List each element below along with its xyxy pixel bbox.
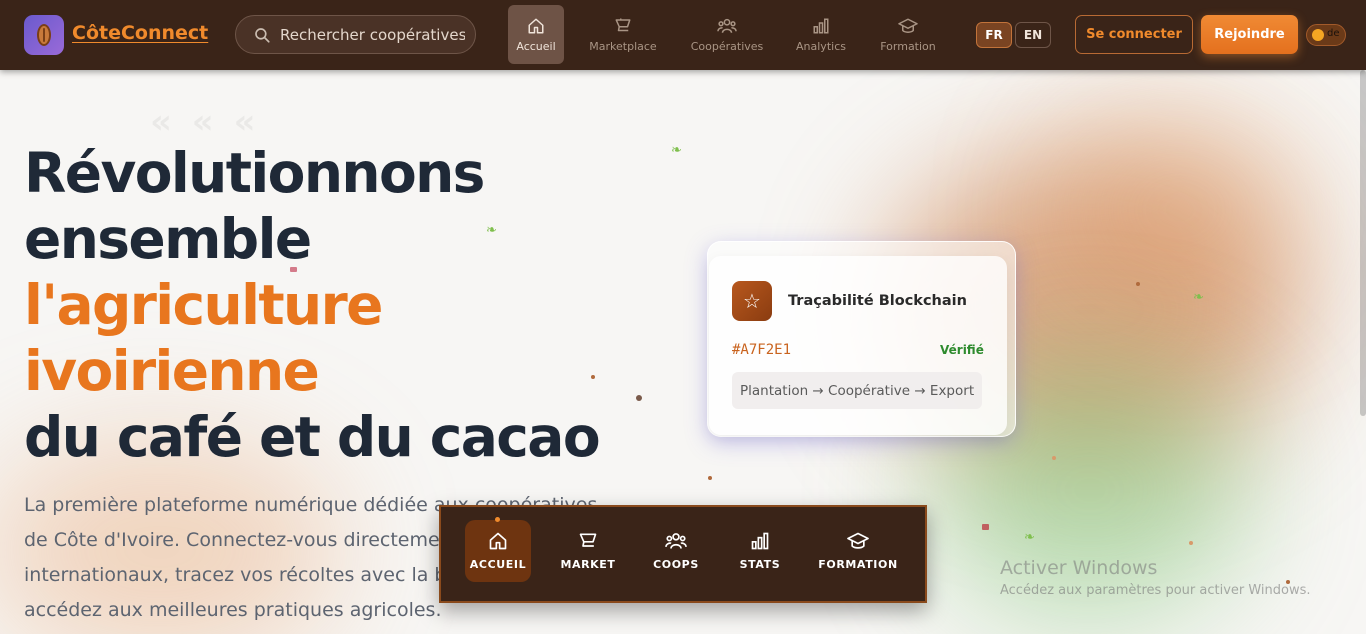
nav-item-label: Marketplace — [589, 39, 657, 53]
top-navbar: CôteConnect Accueil Marketplace Coopérat… — [0, 0, 1366, 70]
nav-item-label: Accueil — [516, 39, 556, 53]
bottom-dock: ACCUEIL MARKET COOPS STATS FORMATION — [439, 505, 927, 603]
dock-item-label: ACCUEIL — [469, 558, 527, 571]
cart-icon — [579, 533, 597, 547]
hero-title-line: du café et du cacao — [24, 405, 601, 469]
search-icon — [255, 27, 270, 43]
lang-en-button[interactable]: EN — [1015, 22, 1051, 48]
dock-item-market[interactable]: MARKET — [555, 520, 621, 582]
logo-icon[interactable] — [24, 15, 64, 55]
graduation-cap-icon — [847, 532, 869, 549]
dock-item-label: COOPS — [653, 558, 699, 571]
join-button[interactable]: Rejoindre — [1201, 15, 1298, 54]
background-glow — [1050, 110, 1310, 310]
home-icon — [528, 18, 544, 33]
users-icon — [717, 18, 737, 33]
bar-chart-icon — [751, 532, 769, 550]
leaf-icon: ❧ — [1193, 290, 1204, 305]
supply-chain-path: Plantation → Coopérative → Export — [732, 372, 982, 409]
particle — [982, 524, 989, 530]
theme-toggle-label: de — [1327, 28, 1340, 39]
dock-item-label: MARKET — [560, 558, 616, 571]
hero-title-line: ensemble — [24, 207, 312, 271]
windows-watermark-subtitle: Accédez aux paramètres pour activer Wind… — [1000, 583, 1311, 598]
status-badge: Vérifié — [940, 343, 984, 357]
sun-icon — [1312, 29, 1324, 41]
particle — [1189, 541, 1193, 545]
login-button[interactable]: Se connecter — [1075, 15, 1193, 54]
dock-item-coops[interactable]: COOPS — [643, 520, 709, 582]
nav-item-accueil[interactable]: Accueil — [508, 5, 564, 64]
card-hash: #A7F2E1 — [732, 342, 792, 358]
lang-fr-button[interactable]: FR — [976, 22, 1012, 48]
hero-title-line: Révolutionnons — [24, 141, 485, 205]
dock-item-stats[interactable]: STATS — [727, 520, 793, 582]
dock-item-accueil[interactable]: ACCUEIL — [465, 520, 531, 582]
users-icon — [665, 533, 687, 549]
particle — [1052, 456, 1056, 460]
nav-item-formation[interactable]: Formation — [874, 5, 942, 64]
dock-item-label: FORMATION — [818, 558, 898, 571]
nav-item-label: Coopératives — [690, 39, 764, 53]
nav-item-marketplace[interactable]: Marketplace — [583, 5, 663, 64]
dock-item-formation[interactable]: FORMATION — [813, 520, 903, 582]
hero-title-highlight: l'agriculture — [24, 273, 383, 337]
home-icon — [489, 532, 507, 550]
nav-item-label: Analytics — [796, 39, 846, 53]
active-indicator-dot — [495, 517, 500, 522]
page-scrollbar[interactable] — [1360, 70, 1366, 416]
search-input[interactable] — [280, 25, 465, 44]
theme-toggle[interactable]: de — [1306, 24, 1346, 46]
dock-item-label: STATS — [739, 558, 781, 571]
nav-item-cooperatives[interactable]: Coopératives — [686, 5, 768, 64]
nav-item-analytics[interactable]: Analytics — [792, 5, 850, 64]
search-bar[interactable] — [235, 15, 476, 54]
graduation-cap-icon — [898, 18, 918, 33]
star-icon: ☆ — [732, 281, 772, 321]
nav-item-label: Formation — [880, 39, 936, 53]
cart-icon — [615, 18, 631, 31]
hero-title-highlight: ivoirienne — [24, 339, 320, 403]
windows-watermark-title: Activer Windows — [1000, 557, 1158, 579]
particle — [1136, 282, 1140, 286]
hero-title: Révolutionnons ensemble l'agriculture iv… — [24, 140, 664, 470]
bar-chart-icon — [813, 18, 829, 33]
decorative-chevrons: « « « — [150, 102, 260, 142]
particle — [708, 476, 712, 480]
brand-name[interactable]: CôteConnect — [72, 22, 208, 44]
leaf-icon: ❧ — [671, 143, 682, 158]
card-title: Traçabilité Blockchain — [788, 293, 967, 309]
leaf-icon: ❧ — [1024, 530, 1035, 545]
